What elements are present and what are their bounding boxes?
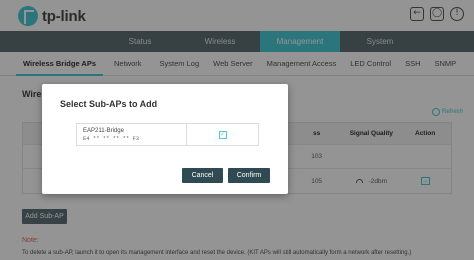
cancel-button[interactable]: Cancel	[182, 168, 223, 183]
confirm-button[interactable]: Confirm	[228, 168, 270, 183]
sub-ap-check-cell: ✓	[187, 124, 258, 145]
sub-ap-item: EAP211-Bridge E4 ** ** ** ** F3	[77, 124, 187, 145]
sub-ap-checkbox[interactable]: ✓	[218, 130, 227, 139]
sub-ap-mac: E4 ** ** ** ** F3	[83, 135, 140, 142]
sub-ap-list: EAP211-Bridge E4 ** ** ** ** F3 ✓	[76, 123, 259, 146]
dialog-title: Select Sub-APs to Add	[60, 99, 158, 109]
select-sub-aps-dialog: Select Sub-APs to Add EAP211-Bridge E4 *…	[42, 84, 288, 194]
sub-ap-name: EAP211-Bridge	[83, 128, 124, 134]
